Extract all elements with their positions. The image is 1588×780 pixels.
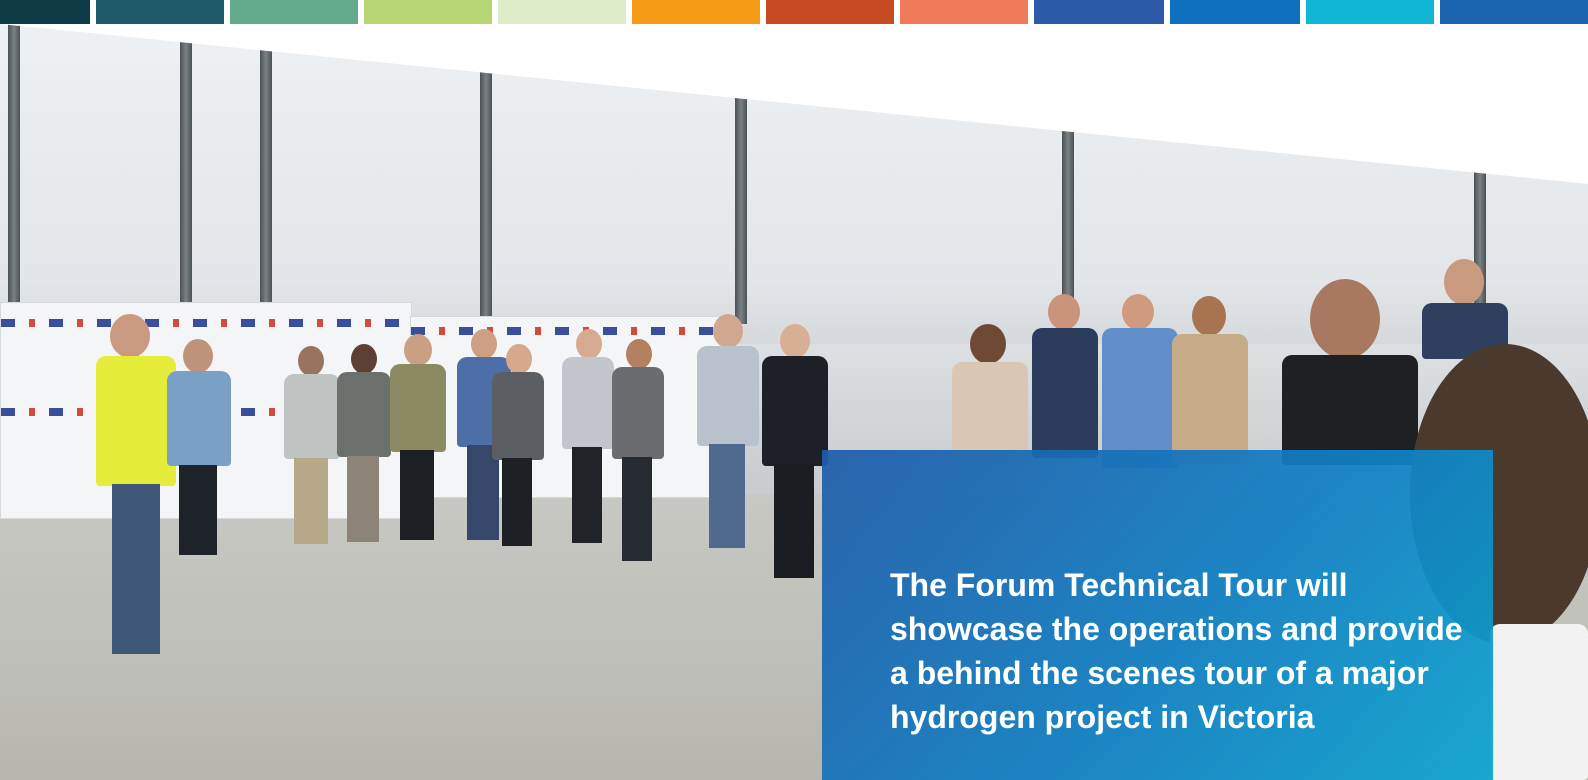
color-bar-segment xyxy=(96,0,224,24)
color-bar-segment xyxy=(498,0,626,24)
tent-pole xyxy=(8,24,20,324)
color-bar-segment xyxy=(1034,0,1164,24)
color-bar-segment xyxy=(1306,0,1434,24)
color-bar-segment xyxy=(364,0,492,24)
color-bar-segment xyxy=(230,0,358,24)
color-bar-segment xyxy=(1170,0,1300,24)
color-bar-segment xyxy=(1440,0,1588,24)
color-bar-segment xyxy=(900,0,1028,24)
tour-description: The Forum Technical Tour will showcase t… xyxy=(890,567,1463,735)
tent-pole xyxy=(180,24,192,324)
tent-pole xyxy=(735,24,747,324)
color-bar-segment xyxy=(0,0,90,24)
tent-pole xyxy=(480,24,492,324)
tent-pole xyxy=(1062,24,1074,324)
tent-pole xyxy=(260,24,272,324)
color-bar-segment xyxy=(632,0,760,24)
top-color-bar xyxy=(0,0,1588,24)
color-bar-segment xyxy=(766,0,894,24)
